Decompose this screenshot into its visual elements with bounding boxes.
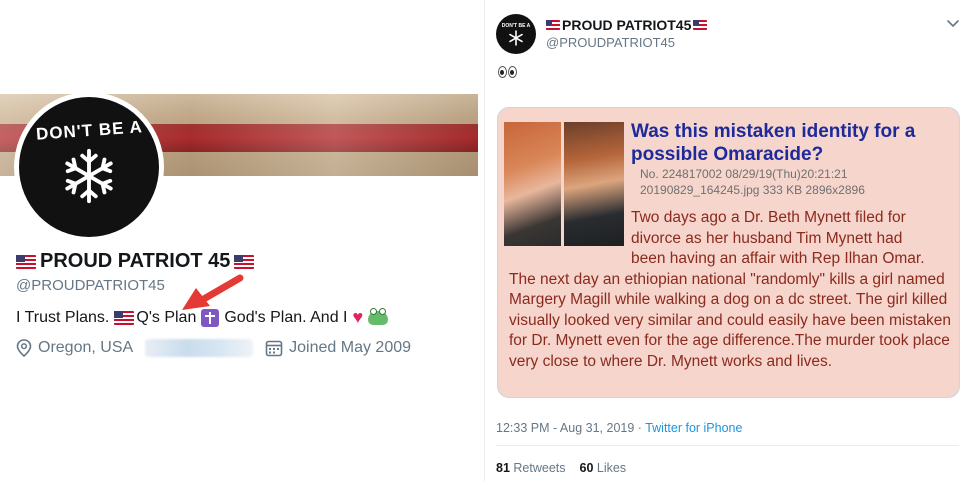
card-title: Was this mistaken identity for a possibl… (631, 120, 951, 166)
card-body-text: Two days ago a Dr. Beth Mynett filed for… (509, 208, 951, 372)
card-file-meta: 20190829_164245.jpg 333 KB 2896x2896 (640, 183, 865, 197)
panel-divider (484, 0, 485, 481)
calendar-icon (265, 340, 283, 357)
card-body-paragraph: The next day an ethiopian national "rand… (509, 270, 951, 370)
profile-name-text: PROUD PATRIOT 45 (40, 250, 231, 272)
likes-label: Likes (596, 461, 627, 475)
tweet-image-card[interactable]: Was this mistaken identity for a possibl… (497, 107, 960, 398)
location-pin-icon (16, 339, 32, 357)
snowflake-icon (509, 29, 523, 46)
retweets-label: Retweets (513, 461, 566, 475)
retweets-count: 81 (496, 461, 510, 475)
tweet-timestamp: 12:33 PM - Aug 31, 2019 · Twitter for iP… (496, 421, 742, 435)
profile-handle: @PROUDPATRIOT45 (16, 277, 165, 294)
tweet-separator (496, 445, 959, 446)
card-body-line: Two days ago a Dr. Beth Mynett filed for (631, 209, 906, 226)
us-flag-icon (693, 20, 708, 30)
profile-meta: Oregon, USA Joined May 2009 (16, 339, 411, 357)
profile-location: Oregon, USA (38, 339, 134, 356)
card-title-line1: Was this mistaken identity for a (631, 121, 916, 142)
avatar-text: DON'T BE A (501, 22, 531, 29)
profile-display-name: PROUD PATRIOT 45 (16, 250, 255, 273)
tweet-source-link[interactable]: Twitter for iPhone (645, 421, 742, 435)
us-flag-icon (234, 254, 255, 269)
likes-stat[interactable]: 60 Likes (580, 461, 627, 475)
us-flag-icon (16, 254, 36, 269)
tweet-stats: 81 Retweets 60 Likes (496, 461, 626, 475)
profile-avatar[interactable]: DON'T BE A (14, 92, 164, 242)
retweets-stat[interactable]: 81 Retweets (496, 461, 566, 475)
avatar-text: DON'T BE A (34, 117, 143, 144)
card-post-meta: No. 224817002 08/29/19(Thu)20:21:21 (640, 167, 848, 181)
eyes-icon (498, 66, 517, 78)
tweet-time-text[interactable]: 12:33 PM - Aug 31, 2019 (496, 421, 634, 435)
frog-icon (368, 307, 389, 325)
tweet-author-handle[interactable]: @PROUDPATRIOT45 (546, 35, 675, 50)
heart-icon: ♥ (352, 307, 364, 327)
card-body-line: divorce as her husband Tim Mynett had (631, 229, 903, 247)
bio-part1: I Trust Plans. (16, 308, 110, 326)
chevron-down-icon[interactable] (946, 16, 960, 30)
us-flag-icon (114, 310, 135, 325)
tweet-author-avatar[interactable]: DON'T BE A (496, 14, 536, 54)
tweet-time-separator: · (634, 421, 646, 435)
tweet-author-name[interactable]: PROUD PATRIOT45 (546, 17, 708, 33)
tweet-author-name-text: PROUD PATRIOT45 (562, 17, 692, 33)
likes-count: 60 (579, 461, 594, 475)
card-title-line2: possible Omaracide? (631, 144, 824, 165)
profile-website-link-redacted[interactable] (145, 339, 254, 357)
red-arrow-annotation (182, 274, 244, 310)
card-body-line: been having an affair with Rep Ilhan Oma… (631, 250, 925, 267)
profile-joined-date: Joined May 2009 (289, 339, 412, 356)
us-flag-icon (546, 20, 560, 30)
snowflake-icon (65, 148, 113, 204)
